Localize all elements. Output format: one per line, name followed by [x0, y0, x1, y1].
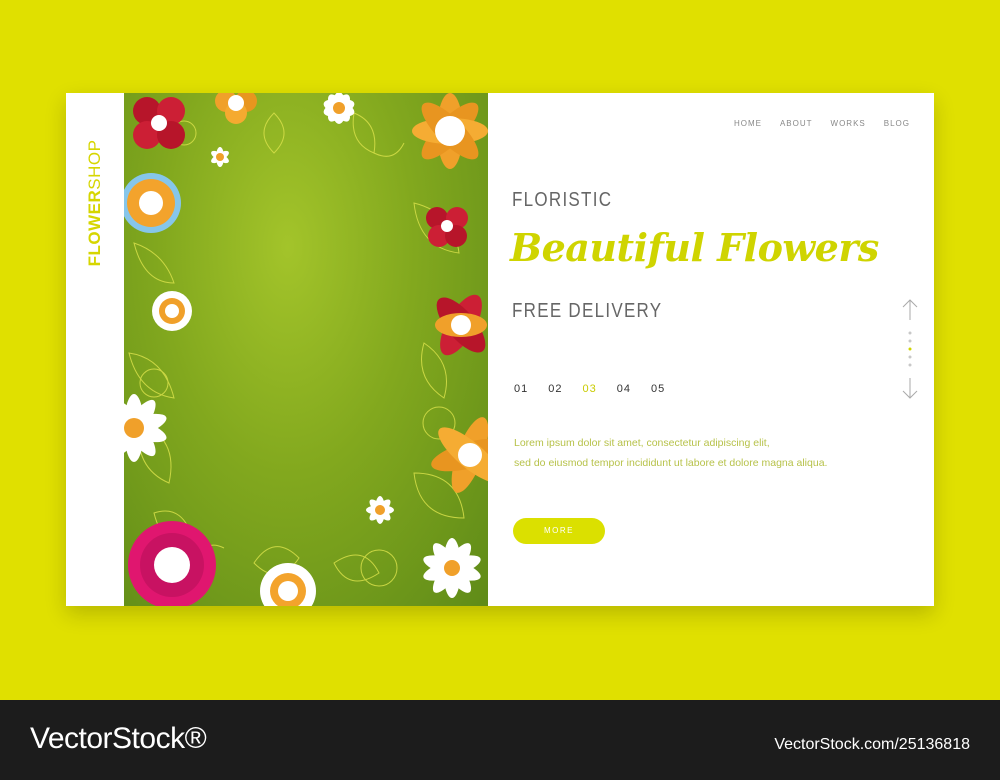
brand-part2: SHOP [85, 139, 104, 190]
scroll-indicator [900, 298, 920, 402]
sidebar: FLOWERSHOP [66, 93, 124, 606]
nav-home[interactable]: HOME [734, 119, 762, 128]
flower-artwork [124, 93, 488, 606]
content-panel: HOME ABOUT WORKS BLOG FLORISTIC Beautifu… [488, 93, 934, 606]
hero-headline: Beautiful Flowers [510, 225, 879, 270]
description: Lorem ipsum dolor sit amet, consectetur … [514, 433, 894, 473]
top-nav: HOME ABOUT WORKS BLOG [734, 119, 910, 128]
watermark-logo: VectorStock® [30, 722, 207, 755]
arrow-down-icon[interactable] [902, 378, 918, 399]
nav-about[interactable]: ABOUT [780, 119, 813, 128]
watermark-id: VectorStock.com/25136818 [774, 736, 970, 753]
pager-item-05[interactable]: 05 [651, 383, 665, 395]
pager-item-02[interactable]: 02 [548, 383, 562, 395]
pager-item-04[interactable]: 04 [617, 383, 631, 395]
hero-subheadline: FREE DELIVERY [512, 300, 663, 322]
scroll-dots-icon [908, 331, 912, 367]
brand-part1: FLOWER [85, 189, 104, 267]
description-line-1: Lorem ipsum dolor sit amet, consectetur … [514, 437, 770, 449]
more-button[interactable]: MORE [513, 518, 605, 544]
watermark-bar: VectorStock® VectorStock.com/25136818 [0, 700, 1000, 780]
arrow-up-icon[interactable] [902, 299, 918, 320]
slide-pager: 01 02 03 04 05 [514, 383, 665, 395]
brand-logo[interactable]: FLOWERSHOP [85, 140, 105, 267]
landing-card: FLOWERSHOP HOME ABOUT WORKS BLOG FLORIST… [66, 93, 934, 606]
hero-kicker: FLORISTIC [512, 189, 613, 211]
pager-item-03[interactable]: 03 [583, 383, 597, 395]
nav-works[interactable]: WORKS [831, 119, 866, 128]
pager-item-01[interactable]: 01 [514, 383, 528, 395]
nav-blog[interactable]: BLOG [884, 119, 910, 128]
description-line-2: sed do eiusmod tempor incididunt ut labo… [514, 457, 828, 469]
